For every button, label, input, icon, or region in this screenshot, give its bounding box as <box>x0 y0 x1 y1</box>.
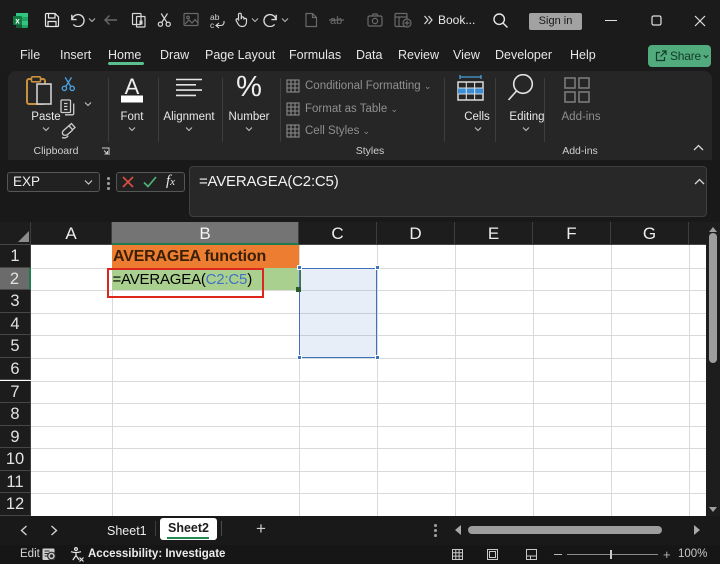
svg-text:x: x <box>15 17 20 26</box>
svg-text:ab: ab <box>330 15 342 27</box>
